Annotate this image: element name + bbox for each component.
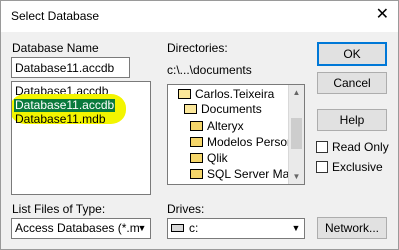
directory-item[interactable]: Documents — [184, 101, 262, 117]
file-type-select[interactable]: Access Databases (*.m ▼ — [11, 218, 151, 239]
file-list-item[interactable]: Database11.mdb — [14, 113, 107, 126]
help-button[interactable]: Help — [317, 109, 387, 131]
title-bar: Select Database ✕ — [1, 1, 398, 32]
close-icon[interactable]: ✕ — [376, 6, 389, 24]
directory-item[interactable]: SQL Server Man — [190, 166, 296, 182]
scroll-down-icon[interactable]: ▼ — [289, 169, 304, 184]
cancel-button[interactable]: Cancel — [317, 72, 387, 94]
file-type-label: List Files of Type: — [12, 202, 106, 216]
database-file-list[interactable]: Database1.accdb Database11.accdb Databas… — [11, 81, 151, 195]
open-folder-icon — [184, 104, 197, 114]
drives-label: Drives: — [167, 202, 205, 216]
network-button[interactable]: Network... — [317, 217, 387, 239]
folder-icon — [190, 169, 203, 179]
open-folder-icon — [178, 89, 191, 99]
database-name-label: Database Name — [12, 41, 99, 55]
current-path: c:\...\documents — [167, 63, 252, 77]
exclusive-checkbox[interactable] — [316, 161, 328, 173]
directory-scrollbar[interactable]: ▲ ▼ — [288, 85, 304, 184]
chevron-down-icon[interactable]: ▼ — [288, 219, 304, 238]
database-name-input[interactable] — [11, 57, 130, 78]
chevron-down-icon[interactable]: ▼ — [134, 219, 150, 238]
scroll-up-icon[interactable]: ▲ — [289, 85, 304, 100]
folder-icon — [190, 153, 203, 163]
directories-label: Directories: — [167, 41, 228, 55]
ok-button[interactable]: OK — [317, 42, 387, 66]
scroll-thumb[interactable] — [291, 118, 302, 149]
folder-icon — [190, 137, 203, 147]
drive-value: c: — [189, 221, 199, 235]
directory-item[interactable]: Qlik — [190, 150, 228, 166]
drives-select[interactable]: c: ▼ — [167, 218, 305, 239]
directory-item[interactable]: Carlos.Teixeira — [178, 86, 274, 102]
file-type-value: Access Databases (*.m — [15, 221, 140, 235]
directory-list[interactable]: Carlos.Teixeira Documents Alteryx Modelo… — [167, 84, 305, 185]
select-database-dialog: Select Database ✕ Database Name Database… — [0, 0, 399, 250]
drive-icon — [171, 224, 184, 232]
directory-item[interactable]: Modelos Persona — [190, 134, 300, 150]
read-only-label: Read Only — [332, 140, 389, 154]
exclusive-label: Exclusive — [332, 160, 383, 174]
dialog-title: Select Database — [11, 9, 100, 23]
file-list-item-selected[interactable]: Database11.accdb — [14, 99, 116, 112]
read-only-checkbox[interactable] — [316, 141, 328, 153]
folder-icon — [190, 121, 203, 131]
directory-item[interactable]: Alteryx — [190, 118, 244, 134]
